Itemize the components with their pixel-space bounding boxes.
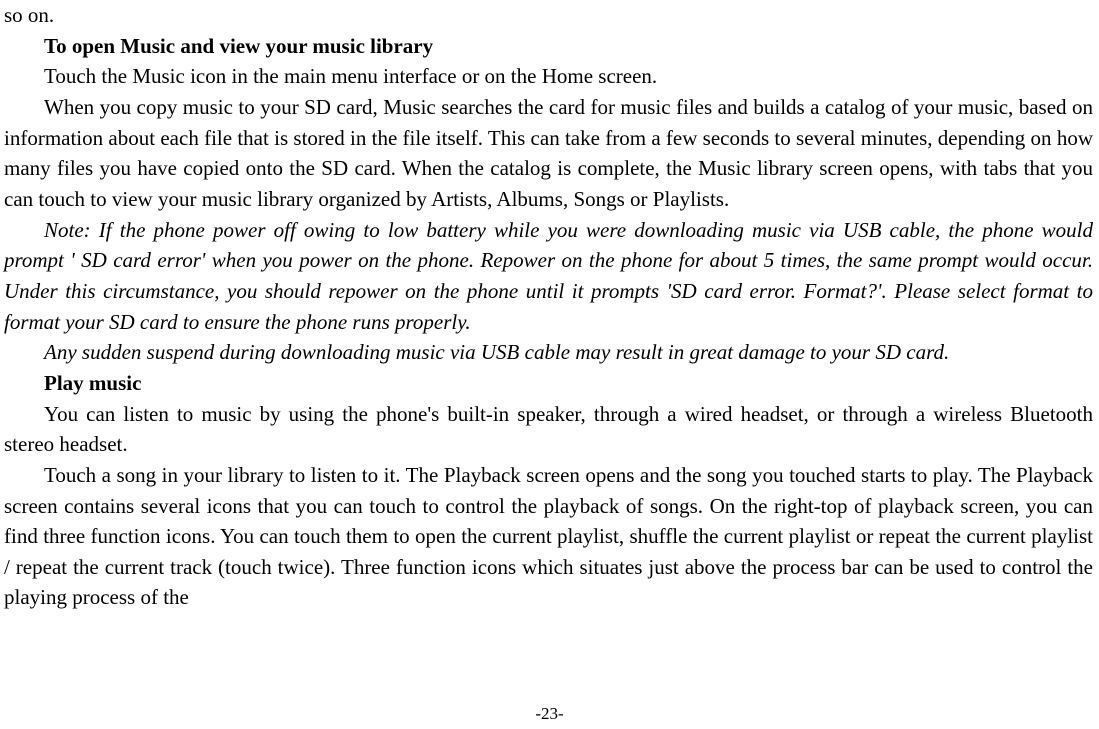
paragraph-listen-music: You can listen to music by using the pho… bbox=[4, 399, 1093, 460]
heading-open-music: To open Music and view your music librar… bbox=[4, 31, 1093, 62]
document-page: so on. To open Music and view your music… bbox=[0, 0, 1099, 729]
note-sd-card-error: Note: If the phone power off owing to lo… bbox=[4, 215, 1093, 338]
heading-play-music: Play music bbox=[4, 368, 1093, 399]
note-sudden-suspend: Any sudden suspend during downloading mu… bbox=[4, 337, 1093, 368]
paragraph-playback-screen: Touch a song in your library to listen t… bbox=[4, 460, 1093, 613]
page-number: -23- bbox=[0, 702, 1099, 727]
paragraph-touch-icon: Touch the Music icon in the main menu in… bbox=[4, 61, 1093, 92]
fragment-line: so on. bbox=[4, 0, 1093, 31]
paragraph-copy-music: When you copy music to your SD card, Mus… bbox=[4, 92, 1093, 215]
